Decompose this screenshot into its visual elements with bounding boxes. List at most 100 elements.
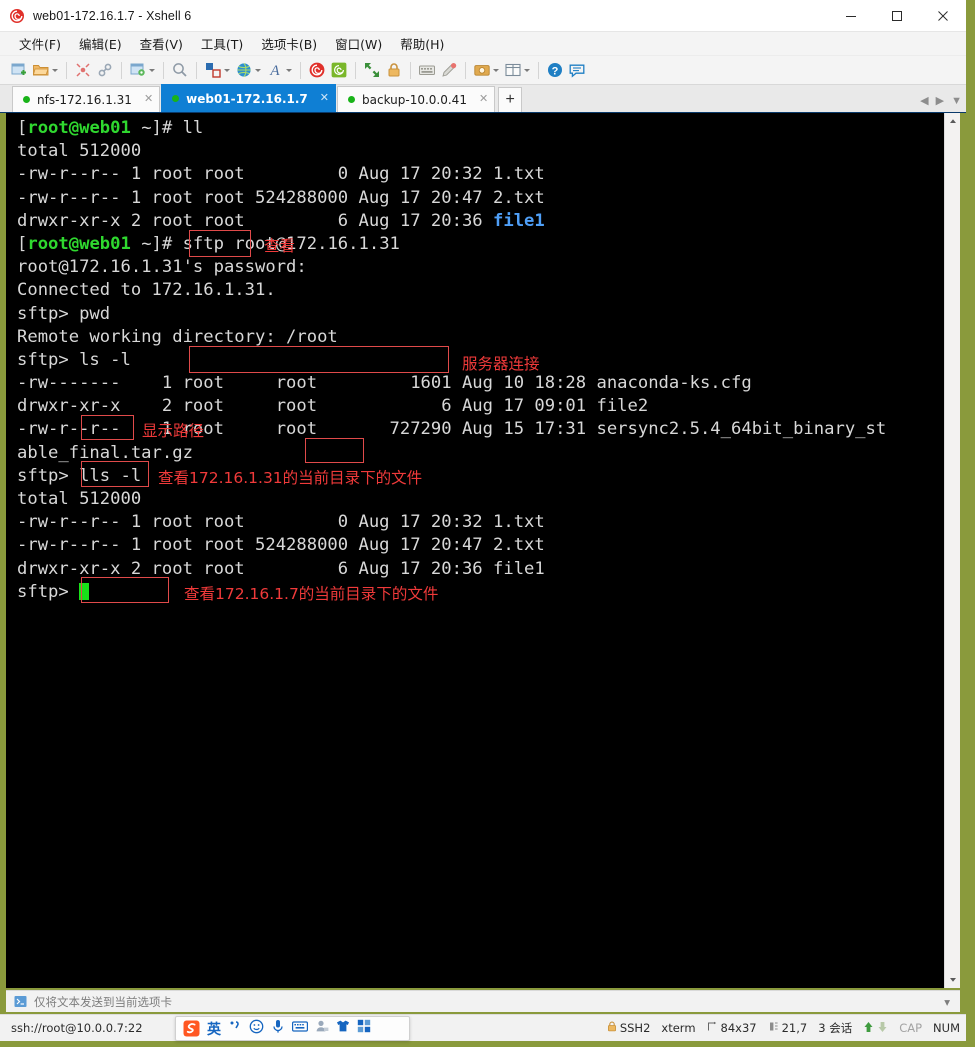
ime-mode-label[interactable]: 英 bbox=[207, 1019, 221, 1039]
tab-backup-10-0-0-41[interactable]: backup-10.0.0.41 ✕ bbox=[337, 86, 496, 112]
term-seg: root@web01 bbox=[27, 118, 131, 138]
status-num: NUM bbox=[933, 1021, 960, 1035]
highlight-icon bbox=[440, 61, 458, 79]
disconnect-button[interactable] bbox=[72, 58, 94, 82]
close-button[interactable] bbox=[920, 0, 966, 32]
minimize-button[interactable] bbox=[828, 0, 874, 32]
menu-window[interactable]: 窗口(W) bbox=[326, 32, 391, 55]
status-sessions[interactable]: 3 会话 bbox=[818, 1020, 852, 1036]
terminal-scrollbar[interactable] bbox=[944, 113, 960, 988]
tab-nfs-172-16-1-31[interactable]: nfs-172.16.1.31 ✕ bbox=[12, 86, 161, 112]
terminal-line: drwxr-xr-x 2 root root 6 Aug 17 09:01 fi… bbox=[17, 395, 944, 418]
ime-skin-icon[interactable] bbox=[336, 1019, 350, 1038]
scroll-down-button[interactable] bbox=[945, 972, 961, 988]
menu-file[interactable]: 文件(F) bbox=[10, 32, 70, 55]
menu-help[interactable]: 帮助(H) bbox=[391, 32, 453, 55]
status-termtype[interactable]: xterm bbox=[661, 1021, 695, 1035]
term-seg: drwxr-xr-x 2 root root 6 Aug 17 20:36 fi… bbox=[17, 558, 545, 579]
window-title: web01-172.16.1.7 - Xshell 6 bbox=[33, 8, 192, 23]
find-button[interactable] bbox=[169, 58, 191, 82]
reconnect-icon bbox=[96, 61, 114, 79]
globe-button[interactable] bbox=[233, 58, 264, 82]
feedback-button[interactable] bbox=[566, 58, 588, 82]
fullscreen-button[interactable] bbox=[361, 58, 383, 82]
tab-menu-icon[interactable]: ▼ bbox=[951, 95, 962, 107]
terminal-line: -rw------- 1 root root 1601 Aug 10 18:28… bbox=[17, 372, 944, 395]
help-icon: ? bbox=[546, 61, 564, 79]
capture-dropdown[interactable] bbox=[491, 61, 500, 79]
status-cursor[interactable]: 21,7 bbox=[768, 1021, 807, 1035]
font-dropdown[interactable] bbox=[284, 61, 293, 79]
menu-tools[interactable]: 工具(T) bbox=[192, 32, 252, 55]
session-properties-button[interactable] bbox=[127, 58, 158, 82]
menu-tabs[interactable]: 选项卡(B) bbox=[252, 32, 326, 55]
term-seg: sftp> pwd bbox=[17, 303, 111, 324]
open-folder-dropdown[interactable] bbox=[50, 61, 59, 79]
xshell-button[interactable] bbox=[306, 58, 328, 82]
capture-icon bbox=[473, 61, 491, 79]
reconnect-button[interactable] bbox=[94, 58, 116, 82]
globe-dropdown[interactable] bbox=[253, 61, 262, 79]
find-icon bbox=[171, 61, 189, 79]
send-to-bar[interactable]: 仅将文本发送到当前选项卡 ▾ bbox=[6, 990, 960, 1012]
term-seg: total 512000 bbox=[17, 141, 142, 162]
annotation-lls-l: 查看172.16.1.7的当前目录下的文件 bbox=[184, 585, 439, 603]
svg-text:?: ? bbox=[552, 65, 559, 77]
layout-dropdown[interactable] bbox=[222, 61, 231, 79]
layout-button[interactable] bbox=[202, 58, 233, 82]
lock-button[interactable] bbox=[383, 58, 405, 82]
ime-emoji-icon[interactable] bbox=[249, 1019, 264, 1039]
session-properties-icon bbox=[129, 61, 147, 79]
ime-punctuation-icon[interactable] bbox=[228, 1019, 242, 1038]
open-folder-button[interactable] bbox=[30, 58, 61, 82]
new-tab-button[interactable]: + bbox=[498, 87, 523, 112]
terminal-line: [root@web01 ~]# ll bbox=[17, 117, 944, 140]
tab-close-icon[interactable]: ✕ bbox=[479, 94, 488, 105]
terminal-line: -rw-r--r-- 1 root root 524288000 Aug 17 … bbox=[17, 534, 944, 557]
scroll-up-button[interactable] bbox=[945, 113, 961, 129]
terminal-area: [root@web01 ~]# ll total 512000 -rw-r--r--… bbox=[6, 113, 960, 988]
menu-view[interactable]: 查看(V) bbox=[131, 32, 192, 55]
terminal-line: -rw-r--r-- 1 root root 0 Aug 17 20:32 1.… bbox=[17, 163, 944, 186]
xftp-button[interactable] bbox=[328, 58, 350, 82]
tab-close-icon[interactable]: ✕ bbox=[144, 94, 153, 105]
term-seg: sftp> ls -l bbox=[17, 349, 131, 370]
send-to-bar-dropdown-icon[interactable]: ▾ bbox=[944, 995, 950, 1009]
ime-voice-icon[interactable] bbox=[271, 1019, 285, 1039]
capture-button[interactable] bbox=[471, 58, 502, 82]
term-seg: able_final.tar.gz bbox=[17, 442, 193, 463]
maximize-button[interactable] bbox=[874, 0, 920, 32]
term-seg: [ bbox=[17, 118, 28, 138]
tab-status-dot-icon bbox=[348, 96, 355, 103]
font-button[interactable]: A bbox=[264, 58, 295, 82]
terminal-line: -rw-r--r-- 1 root root 0 Aug 17 20:32 1.… bbox=[17, 511, 944, 534]
toolbar-separator bbox=[66, 61, 67, 79]
status-size[interactable]: 84x37 bbox=[707, 1021, 757, 1035]
help-button[interactable]: ? bbox=[544, 58, 566, 82]
ime-keyboard-icon[interactable] bbox=[292, 1020, 309, 1038]
menu-edit[interactable]: 编辑(E) bbox=[70, 32, 131, 55]
tab-web01-172-16-1-7[interactable]: web01-172.16.1.7 ✕ bbox=[161, 84, 336, 112]
annotation-pwd: 显示路径 bbox=[142, 422, 205, 440]
resize-icon bbox=[707, 1021, 718, 1035]
keyboard-button[interactable] bbox=[416, 58, 438, 82]
keyboard-icon bbox=[418, 61, 436, 79]
terminal-screen[interactable]: [root@web01 ~]# ll total 512000 -rw-r--r--… bbox=[6, 113, 944, 988]
ime-toolbox-icon[interactable] bbox=[357, 1019, 371, 1038]
split-view-button[interactable] bbox=[502, 58, 533, 82]
ime-user-icon[interactable] bbox=[315, 1019, 329, 1038]
status-protocol[interactable]: SSH2 bbox=[607, 1021, 650, 1035]
session-properties-dropdown[interactable] bbox=[147, 61, 156, 79]
tab-close-icon[interactable]: ✕ bbox=[320, 93, 329, 104]
toolbar-separator bbox=[121, 61, 122, 79]
open-folder-icon bbox=[32, 61, 50, 79]
tab-next-icon[interactable]: ▶ bbox=[936, 94, 944, 107]
new-session-button[interactable] bbox=[8, 58, 30, 82]
sogou-icon[interactable] bbox=[183, 1020, 200, 1037]
split-view-dropdown[interactable] bbox=[522, 61, 531, 79]
highlight-button[interactable] bbox=[438, 58, 460, 82]
terminal-cursor bbox=[79, 582, 90, 600]
term-seg: drwxr-xr-x 2 root root 6 Aug 17 20:36 bbox=[17, 210, 493, 231]
tab-prev-icon[interactable]: ◀ bbox=[920, 94, 928, 107]
tab-status-dot-icon bbox=[23, 96, 30, 103]
